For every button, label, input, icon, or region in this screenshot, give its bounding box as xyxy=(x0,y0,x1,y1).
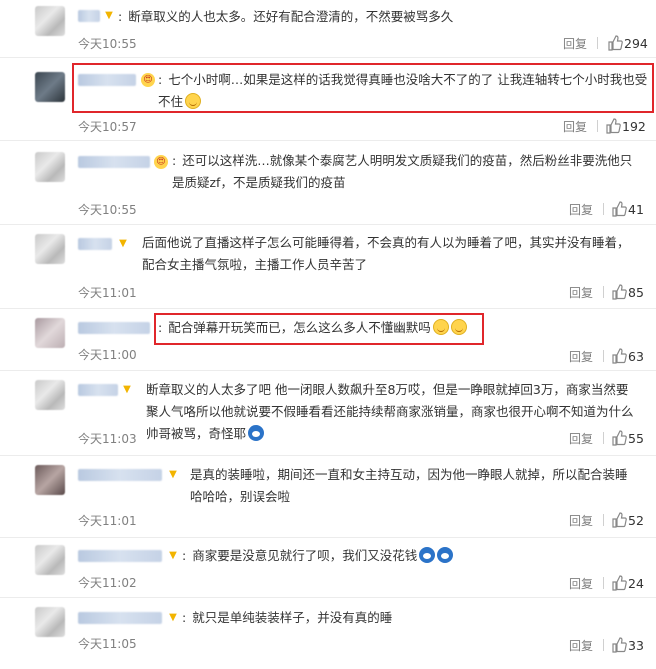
verified-badge-icon: ▼ xyxy=(123,384,131,395)
thumbs-up-icon[interactable] xyxy=(605,118,621,134)
comment-time: 今天10:57 xyxy=(78,120,137,134)
separator xyxy=(603,350,604,362)
thumbs-up-icon[interactable] xyxy=(611,201,627,217)
comment-item: ▼ : 就只是单纯装装样子，并没有真的睡 今天11:05 回复 33 xyxy=(0,597,656,669)
like-count: 294 xyxy=(624,36,648,51)
reply-button[interactable]: 回复 xyxy=(569,430,593,447)
comment-time: 今天10:55 xyxy=(78,37,137,51)
reply-button[interactable]: 回复 xyxy=(569,512,593,529)
comment-time: 今天11:00 xyxy=(78,348,137,362)
avatar[interactable] xyxy=(35,380,65,410)
separator xyxy=(597,120,598,132)
avatar[interactable] xyxy=(35,6,65,36)
reply-button[interactable]: 回复 xyxy=(563,35,587,52)
verified-badge-icon: ▼ xyxy=(105,10,113,21)
comment-item: ▼ : 商家要是没意见就行了呗，我们又没花钱 今天11:02 回复 24 xyxy=(0,537,656,598)
separator xyxy=(597,37,598,49)
thumbs-up-icon[interactable] xyxy=(611,512,627,528)
username[interactable] xyxy=(78,156,150,168)
comment-time: 今天11:01 xyxy=(78,286,137,300)
separator xyxy=(603,286,604,298)
verified-badge-icon: ▼ xyxy=(169,550,177,561)
avatar[interactable] xyxy=(35,72,65,102)
comment-text: 后面他说了直播这样子怎么可能睡得着，不会真的有人以为睡着了吧，其实并没有睡着，配… xyxy=(142,235,630,272)
avatar[interactable] xyxy=(35,545,65,575)
separator xyxy=(603,432,604,444)
reply-button[interactable]: 回复 xyxy=(569,637,593,654)
username[interactable] xyxy=(78,550,162,562)
comment-time: 今天11:03 xyxy=(78,432,137,446)
comment-item: ▼ 断章取义的人太多了吧 他一闭眼人数飙升至8万哎，但是一睁眼就掉回3万，商家当… xyxy=(0,370,656,456)
separator xyxy=(603,203,604,215)
comment-text: : 就只是单纯装装样子，并没有真的睡 xyxy=(182,610,393,625)
reply-button[interactable]: 回复 xyxy=(563,118,587,135)
verified-badge-icon: ▼ xyxy=(119,238,127,249)
comment-item: ▼ : 断章取义的人也太多。还好有配合澄清的，不然要被骂多久 今天10:55 回复… xyxy=(0,0,656,58)
comment-text: : 商家要是没意见就行了呗，我们又没花钱 xyxy=(182,545,636,567)
like-count: 33 xyxy=(628,638,644,653)
avatar[interactable] xyxy=(35,318,65,348)
username[interactable] xyxy=(78,469,162,481)
comment-item: ▼ 后面他说了直播这样子怎么可能睡得着，不会真的有人以为睡着了吧，其实并没有睡着… xyxy=(0,224,656,309)
comment-item: ▼ 是真的装睡啦，期间还一直和女主持互动，因为他一睁眼人就掉，所以配合装睡哈哈哈… xyxy=(0,455,656,538)
username[interactable] xyxy=(78,238,112,250)
highlight-box xyxy=(154,313,484,345)
like-count: 55 xyxy=(628,431,644,446)
like-count: 63 xyxy=(628,349,644,364)
avatar[interactable] xyxy=(35,152,65,182)
username[interactable] xyxy=(78,10,100,22)
comment-text: : 还可以这样洗…就像某个泰腐艺人明明发文质疑我们的疫苗，然后粉丝非要洗他只是质疑… xyxy=(172,153,633,190)
verified-badge-icon: ▼ xyxy=(169,469,177,480)
comment-item: 😍 : 还可以这样洗…就像某个泰腐艺人明明发文质疑我们的疫苗，然后粉丝非要洗他只是… xyxy=(0,140,656,225)
username[interactable] xyxy=(78,612,162,624)
avatar[interactable] xyxy=(35,465,65,495)
thumbs-up-icon[interactable] xyxy=(611,284,627,300)
comment-time: 今天11:05 xyxy=(78,637,137,651)
comment-text: : 断章取义的人也太多。还好有配合澄清的，不然要被骂多久 xyxy=(118,9,454,24)
reply-button[interactable]: 回复 xyxy=(569,201,593,218)
highlight-box xyxy=(72,63,654,113)
comment-text: 断章取义的人太多了吧 他一闭眼人数飙升至8万哎，但是一睁眼就掉回3万，商家当然要… xyxy=(146,382,634,441)
reply-button[interactable]: 回复 xyxy=(569,284,593,301)
separator xyxy=(603,639,604,651)
dolphin-emoji-icon xyxy=(248,425,265,441)
dolphin-emoji-icon xyxy=(419,547,436,563)
comment-time: 今天10:55 xyxy=(78,203,137,217)
thumbs-up-icon[interactable] xyxy=(611,637,627,653)
comment-time: 今天11:01 xyxy=(78,514,137,528)
like-count: 192 xyxy=(622,119,646,134)
comment-time: 今天11:02 xyxy=(78,576,137,590)
username[interactable] xyxy=(78,384,118,396)
thumbs-up-icon[interactable] xyxy=(611,575,627,591)
comment-text: 是真的装睡啦，期间还一直和女主持互动，因为他一睁眼人就掉，所以配合装睡哈哈哈，别… xyxy=(190,467,628,504)
emoji-badge-icon: 😍 xyxy=(154,155,168,169)
like-count: 52 xyxy=(628,513,644,528)
separator xyxy=(603,577,604,589)
thumbs-up-icon[interactable] xyxy=(611,430,627,446)
username[interactable] xyxy=(78,322,150,334)
dolphin-emoji-icon xyxy=(437,547,454,563)
like-count: 24 xyxy=(628,576,644,591)
avatar[interactable] xyxy=(35,234,65,264)
reply-button[interactable]: 回复 xyxy=(569,575,593,592)
thumbs-up-icon[interactable] xyxy=(607,35,623,51)
reply-button[interactable]: 回复 xyxy=(569,348,593,365)
verified-badge-icon: ▼ xyxy=(169,612,177,623)
separator xyxy=(603,514,604,526)
avatar[interactable] xyxy=(35,607,65,637)
like-count: 85 xyxy=(628,285,644,300)
thumbs-up-icon[interactable] xyxy=(611,348,627,364)
like-count: 41 xyxy=(628,202,644,217)
